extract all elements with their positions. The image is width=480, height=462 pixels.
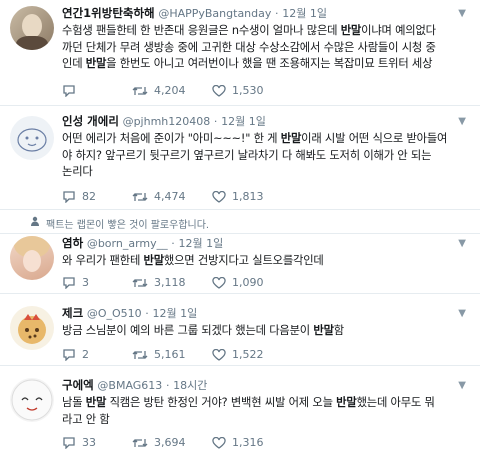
like-icon [212, 348, 226, 361]
tweet-3[interactable]: 염하 @born_army__ · 12월 1일 ▼ 와 우리가 팬한테 반말했… [0, 234, 480, 294]
tweet-header: 연간1위방탄축하해 @HAPPyBangtanday · 12월 1일 [62, 6, 327, 20]
tweet-header: 구에엑 @BMAG613 · 18시간 [62, 378, 208, 392]
retweet-icon [132, 192, 148, 201]
tweet-actions: 3 3,118 1,090 [62, 276, 292, 289]
tweet-4[interactable]: 제크 @O_O510 · 12월 1일 ▼ 방금 스님분이 예의 바른 그룹 되… [0, 296, 480, 366]
timeline-feed: 연간1위방탄축하해 @HAPPyBangtanday · 12월 1일 ▼ 수험… [0, 0, 480, 462]
tweet-actions: 2 5,161 1,522 [62, 348, 292, 361]
timestamp[interactable]: 18시간 [173, 379, 207, 392]
like-button[interactable]: 1,522 [212, 348, 292, 361]
retweet-button[interactable]: 3,694 [132, 436, 212, 449]
tweet-header: 제크 @O_O510 · 12월 1일 [62, 306, 198, 320]
retweet-icon [132, 350, 148, 359]
user-handle[interactable]: @born_army__ [87, 237, 168, 250]
retweet-button[interactable]: 3,118 [132, 276, 212, 289]
timestamp[interactable]: 12월 1일 [178, 237, 223, 250]
reply-icon [63, 437, 75, 449]
tweet-text: 남돌 반말 직캠은 방탄 한정인 거야? 변백현 씨발 어제 오늘 반말했는데 … [62, 396, 435, 426]
like-button[interactable]: 1,530 [212, 84, 292, 97]
tweet-actions: 33 3,694 1,316 [62, 436, 292, 449]
reply-icon [63, 85, 75, 97]
timestamp[interactable]: 12월 1일 [282, 7, 327, 20]
like-icon [212, 276, 226, 289]
user-handle[interactable]: @O_O510 [87, 307, 142, 320]
like-icon [212, 84, 226, 97]
reply-button[interactable]: 2 [62, 348, 132, 361]
caret-down-icon[interactable]: ▼ [458, 8, 466, 19]
display-name[interactable]: 구에엑 [62, 378, 94, 392]
avatar[interactable] [10, 6, 54, 50]
caret-down-icon[interactable]: ▼ [458, 308, 466, 319]
avatar[interactable] [10, 306, 54, 350]
reply-button[interactable]: 33 [62, 436, 132, 449]
like-icon [212, 190, 226, 203]
avatar[interactable] [10, 378, 54, 422]
user-handle[interactable]: @pjhmh120408 [123, 115, 211, 128]
user-handle[interactable]: @HAPPyBangtanday [158, 7, 271, 20]
caret-down-icon[interactable]: ▼ [458, 380, 466, 391]
timestamp[interactable]: 12월 1일 [152, 307, 197, 320]
tweet-actions: 4,204 1,530 [62, 84, 292, 97]
caret-down-icon[interactable]: ▼ [458, 238, 466, 249]
tweet-5[interactable]: 구에엑 @BMAG613 · 18시간 ▼ 남돌 반말 직캠은 방탄 한정인 거… [0, 368, 480, 462]
tweet-text: 와 우리가 팬한테 반말했으면 건방지다고 실트오를각인데 [62, 254, 324, 267]
tweet-actions: 82 4,474 1,813 [62, 190, 292, 203]
retweet-icon [132, 278, 148, 287]
like-icon [212, 436, 226, 449]
display-name[interactable]: 연간1위방탄축하해 [62, 6, 155, 20]
user-handle[interactable]: @BMAG613 [97, 379, 162, 392]
retweet-button[interactable]: 5,161 [132, 348, 212, 361]
retweet-button[interactable]: 4,204 [132, 84, 212, 97]
following-notice: 팩트는 랩몬이 빻은 것이 팔로우합니다. [0, 212, 480, 234]
avatar[interactable] [10, 236, 54, 280]
tweet-1[interactable]: 연간1위방탄축하해 @HAPPyBangtanday · 12월 1일 ▼ 수험… [0, 0, 480, 106]
retweet-button[interactable]: 4,474 [132, 190, 212, 203]
reply-icon [63, 191, 75, 203]
reply-icon [63, 349, 75, 361]
notice-text: 팩트는 랩몬이 빻은 것이 팔로우합니다. [46, 220, 210, 231]
retweet-icon [132, 86, 148, 95]
timestamp[interactable]: 12월 1일 [221, 115, 266, 128]
like-button[interactable]: 1,316 [212, 436, 292, 449]
tweet-text: 어떤 에리가 처음에 준이가 "아미~~~!" 한 게 반말이래 시발 어떤 식… [62, 132, 448, 178]
retweet-icon [132, 438, 148, 447]
display-name[interactable]: 염하 [62, 236, 83, 250]
like-button[interactable]: 1,813 [212, 190, 292, 203]
reply-icon [63, 277, 75, 289]
following-icon [31, 216, 39, 226]
tweet-text: 방금 스님분이 예의 바른 그룹 되겠다 했는데 다음분이 반말함 [62, 324, 344, 337]
display-name[interactable]: 인성 개에리 [62, 114, 119, 128]
tweet-2[interactable]: 인성 개에리 @pjhmh120408 · 12월 1일 ▼ 어떤 에리가 처음… [0, 106, 480, 210]
like-button[interactable]: 1,090 [212, 276, 292, 289]
tweet-header: 인성 개에리 @pjhmh120408 · 12월 1일 [62, 114, 266, 128]
reply-button[interactable]: 3 [62, 276, 132, 289]
tweet-header: 염하 @born_army__ · 12월 1일 [62, 236, 224, 250]
caret-down-icon[interactable]: ▼ [458, 116, 466, 127]
avatar[interactable] [10, 116, 54, 160]
reply-button[interactable] [62, 84, 132, 97]
tweet-text: 수험생 팬들한테 한 반존대 응원글은 n수생이 얼마나 많은데 반말이냐며 예… [62, 24, 436, 70]
reply-button[interactable]: 82 [62, 190, 132, 203]
display-name[interactable]: 제크 [62, 306, 83, 320]
